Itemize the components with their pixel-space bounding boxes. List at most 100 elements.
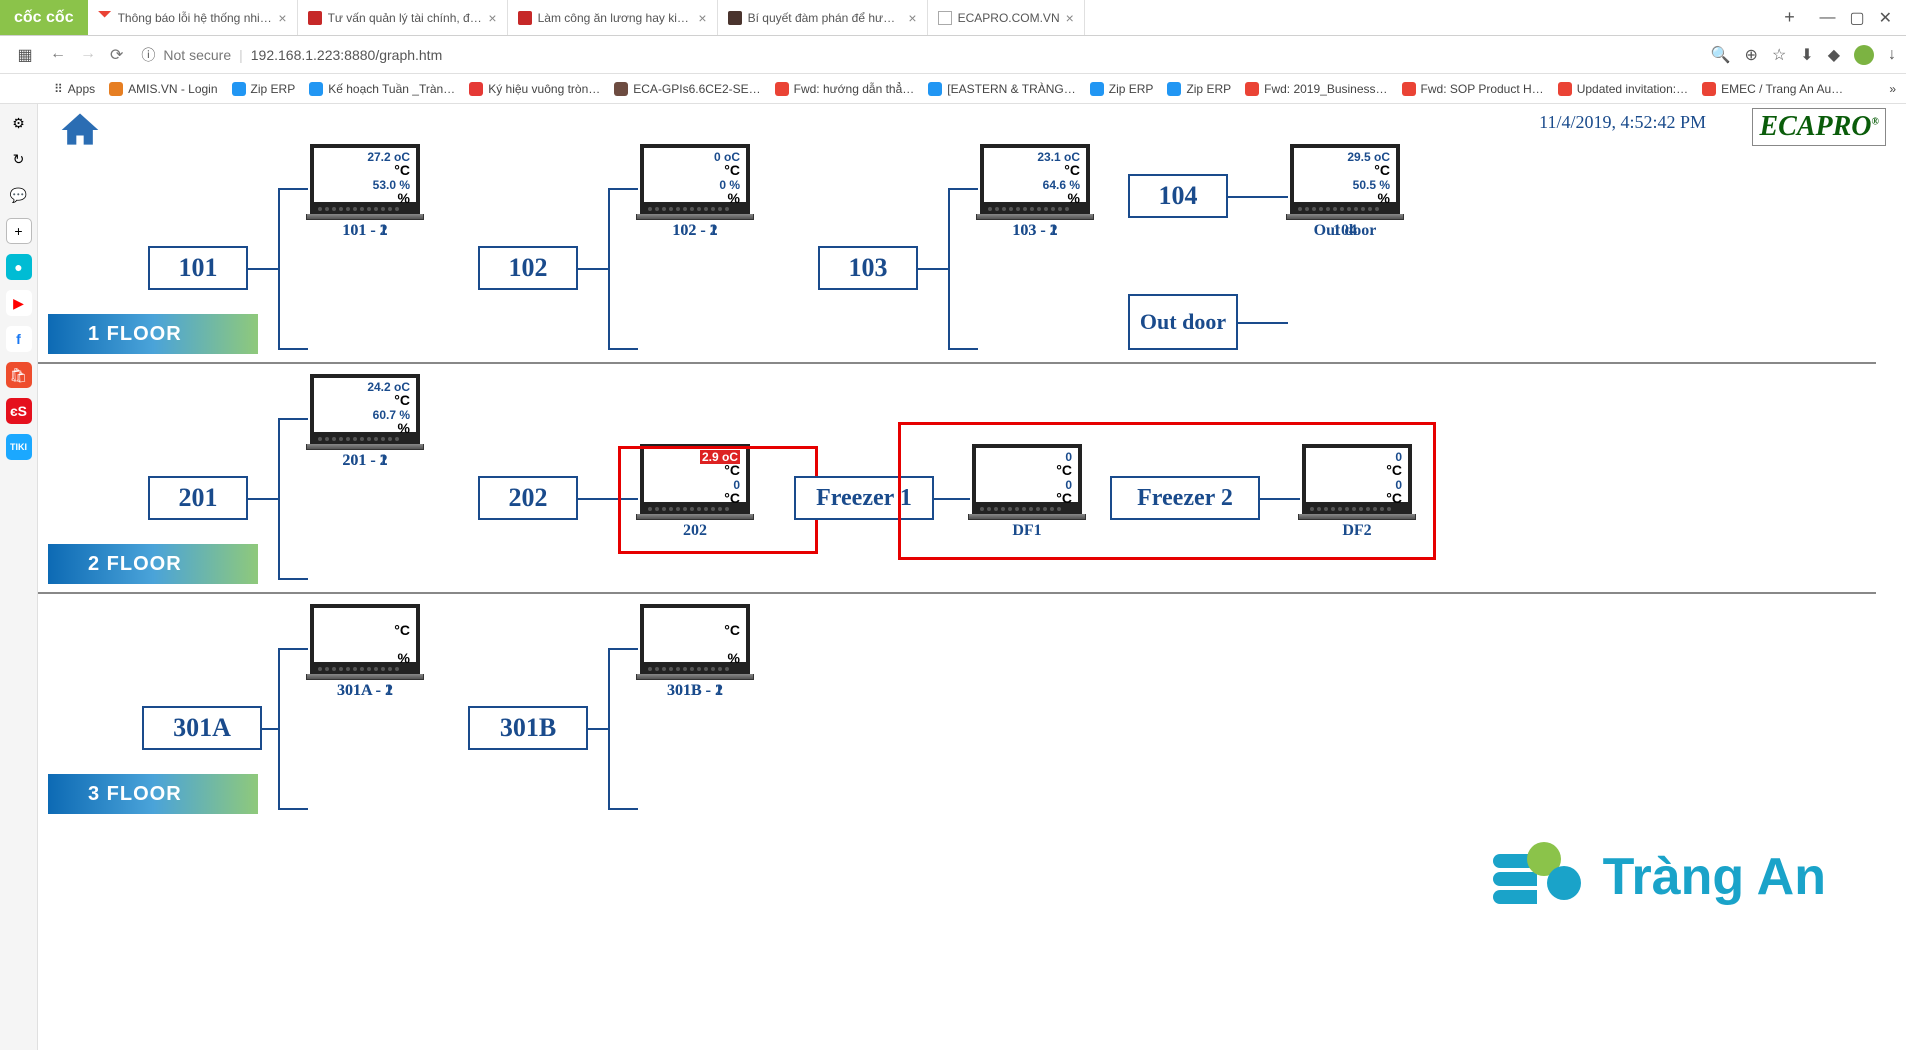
url-field[interactable]: ⓘ Not secure | 192.168.1.223:8880/graph.… [133,41,1700,69]
window-max-icon[interactable]: ▢ [1849,8,1864,28]
bookmark-label: Fwd: 2019_Business… [1264,82,1387,96]
browser-tab-4[interactable]: ECAPRO.COM.VN × [928,0,1085,35]
downloads-icon[interactable]: ↓ [1888,46,1896,64]
room-202[interactable]: 202 [478,476,578,520]
rail-app-1-icon[interactable]: ● [6,254,32,280]
tab-close-icon[interactable]: × [278,10,286,26]
zoom-icon[interactable]: 🔍 [1711,45,1731,65]
rail-messenger-icon[interactable]: 💬 [6,182,32,208]
rail-tiki-icon[interactable]: TIKI [6,434,32,460]
sensor-outdoor[interactable]: 29.5 oC°C50.5 %%Out door [1290,144,1400,240]
bookmark-0[interactable]: AMIS.VN - Login [109,82,217,96]
rail-sendo-icon[interactable]: єЅ [6,398,32,424]
bookmark-2[interactable]: Kế hoạch Tuần _Tràn… [309,82,455,96]
bookmark-icon [309,82,323,96]
rail-shopee-icon[interactable]: 🛍 [6,362,32,388]
extension-icon[interactable]: ◆ [1828,45,1840,65]
bookmark-1[interactable]: Zip ERP [232,82,296,96]
floor-2-row: 2 FLOOR 201 23.1 oC°C63.5 %%201 - 1 24.2… [38,374,1876,594]
tab-close-icon[interactable]: × [908,10,916,26]
bookmark-6[interactable]: [EASTERN & TRÀNG… [928,82,1075,96]
bookmark-label: Ký hiệu vuông tròn… [488,82,600,96]
room-102[interactable]: 102 [478,246,578,290]
room-outdoor[interactable]: Out door [1128,294,1238,350]
sensor-hum-unit: % [1378,190,1390,206]
bookmark-icon [109,82,123,96]
star-icon[interactable]: ☆ [1772,45,1786,65]
bookmark-7[interactable]: Zip ERP [1090,82,1154,96]
bookmark-11[interactable]: Updated invitation:… [1558,82,1688,96]
info-icon[interactable]: ⓘ [141,45,155,65]
browser-logo: cốc cốc [0,0,88,35]
sensor-temp-unit: °C [394,162,410,178]
sensor-103-2[interactable]: 23.1 oC°C64.6 %%103 - 2 [980,144,1090,240]
browser-tab-3[interactable]: Bí quyết đàm phán để hưởng mức× [718,0,928,35]
bookmark-5[interactable]: Fwd: hướng dẫn thẳ… [775,82,915,96]
tab-label: Thông báo lỗi hệ thống nhiệt độ, ‹ [118,11,273,25]
bookmark-4[interactable]: ECA-GPIs6.6CE2-SE… [614,82,760,96]
bookmark-icon [232,82,246,96]
sensor-102-2[interactable]: 0 oC°C0 %%102 - 2 [640,144,750,240]
sensor-temp-unit: °C [724,622,740,638]
rail-history-icon[interactable]: ↻ [6,146,32,172]
new-tab-button[interactable]: + [1773,0,1805,35]
bookmarks-bar: ⠿ Apps AMIS.VN - Login Zip ERP Kế hoạch Tu… [0,74,1906,104]
tab-close-icon[interactable]: × [488,10,496,26]
tab-favicon [728,11,742,25]
sensor-label: 301B - 2 [640,682,750,700]
room-103[interactable]: 103 [818,246,918,290]
rail-add-button[interactable]: + [6,218,32,244]
nav-forward-icon[interactable]: → [80,45,96,65]
room-301a[interactable]: 301A [142,706,262,750]
translate-icon[interactable]: ⊕ [1745,45,1758,65]
bookmarks-overflow-icon[interactable]: » [1889,82,1896,96]
sensor-hum-unit: % [728,190,740,206]
company-logo: Tràng An [1493,842,1826,912]
rail-youtube-icon[interactable]: ▶ [6,290,32,316]
sensor-201-2[interactable]: 24.2 oC°C60.7 %%201 - 2 [310,374,420,470]
room-201[interactable]: 201 [148,476,248,520]
nav-reload-icon[interactable]: ⟳ [110,45,123,65]
bookmark-10[interactable]: Fwd: SOP Product H… [1402,82,1544,96]
room-301b[interactable]: 301B [468,706,588,750]
bookmark-3[interactable]: Ký hiệu vuông tròn… [469,82,600,96]
company-name: Tràng An [1603,847,1826,907]
sensor-301b-2[interactable]: °C%301B - 2 [640,604,750,700]
nav-back-icon[interactable]: ← [50,45,66,65]
url-text: 192.168.1.223:8880/graph.htm [251,47,443,63]
floor-2-label: 2 FLOOR [48,544,258,584]
tab-favicon [518,11,532,25]
sensor-301a-2[interactable]: °C%301A - 2 [310,604,420,700]
sensor-hum-unit: % [398,190,410,206]
bookmark-icon [1558,82,1572,96]
apps-button[interactable]: ⠿ Apps [54,82,95,96]
sensor-hum-unit: % [398,650,410,666]
bookmark-12[interactable]: EMEC / Trang An Au… [1702,82,1843,96]
browser-tab-2[interactable]: Làm công ăn lương hay kinh doan × [508,0,718,35]
tab-label: ECAPRO.COM.VN [958,11,1060,25]
window-close-icon[interactable]: ✕ [1879,8,1892,28]
sidebar-toggle-icon[interactable]: ▦ [17,45,32,65]
profile-avatar[interactable] [1854,45,1874,65]
tab-close-icon[interactable]: × [1066,10,1074,26]
room-101[interactable]: 101 [148,246,248,290]
tab-label: Làm công ăn lương hay kinh doan [538,11,693,25]
address-bar: ▦ ← → ⟳ ⓘ Not secure | 192.168.1.223:888… [0,36,1906,74]
bookmark-8[interactable]: Zip ERP [1167,82,1231,96]
sensor-hum-unit: % [398,420,410,436]
bookmark-label: Fwd: SOP Product H… [1421,82,1544,96]
tab-close-icon[interactable]: × [698,10,706,26]
sensor-label: 101 - 2 [310,222,420,240]
room-104[interactable]: 104 [1128,174,1228,218]
download-icon[interactable]: ⬇ [1800,45,1813,65]
rail-settings-icon[interactable]: ⚙ [6,110,32,136]
sensor-101-2[interactable]: 27.2 oC°C53.0 %%101 - 2 [310,144,420,240]
tab-favicon [938,11,952,25]
sensor-label: 102 - 2 [640,222,750,240]
tab-favicon [98,11,112,25]
window-min-icon[interactable]: ― [1819,9,1835,27]
rail-facebook-icon[interactable]: f [6,326,32,352]
bookmark-9[interactable]: Fwd: 2019_Business… [1245,82,1387,96]
browser-tab-1[interactable]: Tư vấn quản lý tài chính, đầu tư &× [298,0,508,35]
browser-tab-0[interactable]: Thông báo lỗi hệ thống nhiệt độ, ‹ × [88,0,298,35]
